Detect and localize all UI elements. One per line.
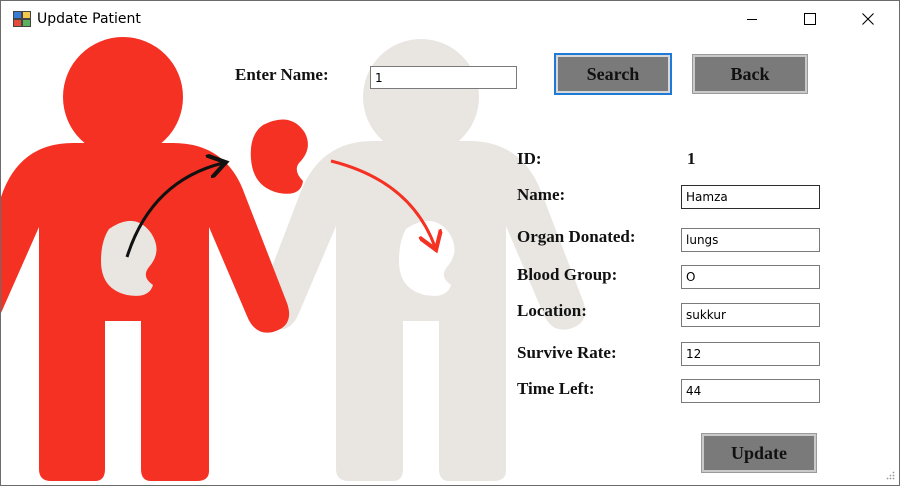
minimize-icon (747, 19, 757, 20)
survive-rate-field[interactable] (681, 342, 820, 366)
resize-grip-icon[interactable] (885, 471, 895, 481)
location-label: Location: (517, 301, 587, 320)
enter-name-label: Enter Name: (235, 65, 329, 84)
search-button[interactable]: Search (554, 53, 672, 95)
window-title: Update Patient (37, 11, 141, 27)
maximize-button[interactable] (781, 1, 839, 37)
blood-group-field[interactable] (681, 265, 820, 289)
maximize-icon (804, 13, 816, 25)
kidney-organ (250, 119, 308, 194)
organ-donated-field[interactable] (681, 228, 820, 252)
organ-donation-illustration (1, 37, 586, 481)
update-button[interactable]: Update (701, 433, 817, 473)
close-button[interactable] (839, 1, 897, 37)
search-name-input[interactable] (370, 66, 517, 89)
name-label: Name: (517, 185, 566, 204)
update-patient-window: Update Patient Enter Name: 1 Search Back… (0, 0, 900, 486)
organ-donated-label: Organ Donated: (517, 227, 636, 246)
id-label: ID: (517, 149, 542, 168)
title-bar: Update Patient (1, 1, 899, 37)
time-left-label: Time Left: (517, 379, 595, 398)
id-value: 1 (687, 149, 696, 168)
back-button[interactable]: Back (692, 54, 808, 94)
location-field[interactable] (681, 303, 820, 327)
blood-group-label: Blood Group: (517, 265, 618, 284)
survive-rate-label: Survive Rate: (517, 343, 617, 362)
donor-figure (1, 37, 290, 481)
close-icon (862, 13, 874, 25)
time-left-field[interactable] (681, 379, 820, 403)
name-field[interactable] (681, 185, 820, 209)
minimize-button[interactable] (723, 1, 781, 37)
recipient-figure (256, 39, 586, 481)
app-icon (13, 11, 31, 27)
